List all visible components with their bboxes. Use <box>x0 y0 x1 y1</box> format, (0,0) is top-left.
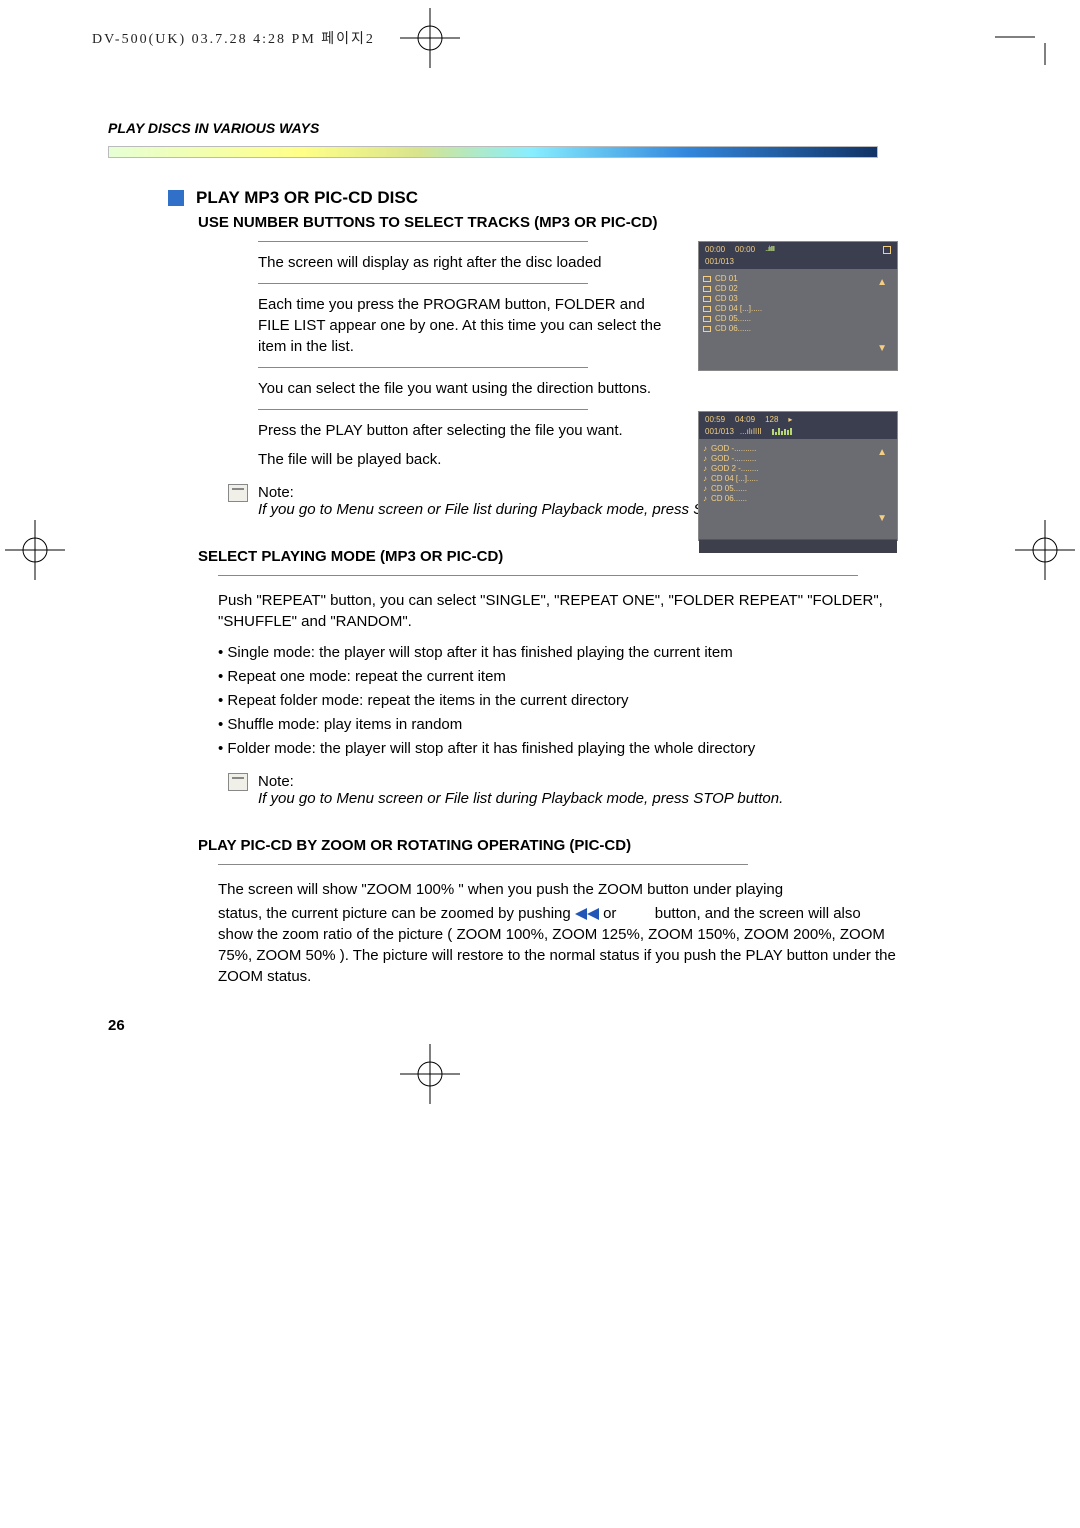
file-row: CD 06...... <box>703 324 893 333</box>
file-row: ♪GOD 2 -........ <box>703 464 893 473</box>
up-arrow-icon: ▲ <box>877 447 887 458</box>
bullet-1: Single mode: the player will stop after … <box>218 642 898 663</box>
file-row: ♪GOD -.......... <box>703 454 893 463</box>
rewind-icon <box>575 908 599 920</box>
note-icon <box>228 484 248 502</box>
screen-illustration-2: 00:59 04:09 128 ▸ 001/013 ...ılıIIII ♪GO… <box>698 411 898 541</box>
crop-mark-top-right <box>995 25 1055 65</box>
level-bars-icon: ...ılıIIII <box>765 246 774 253</box>
note-icon <box>228 773 248 791</box>
down-arrow-icon: ▼ <box>877 513 887 524</box>
zoom-paragraph-a: The screen will show "ZOOM 100% " when y… <box>218 879 898 900</box>
bullet-4: Shuffle mode: play items in random <box>218 714 898 735</box>
instruction-5: The file will be played back. <box>258 449 678 470</box>
file-row: CD 04 [...]..... <box>703 304 893 313</box>
page-content: PLAY DISCS IN VARIOUS WAYS PLAY MP3 OR P… <box>108 120 898 1034</box>
instruction-4: Press the PLAY button after selecting th… <box>258 420 678 441</box>
registration-mark-left <box>5 520 65 580</box>
print-header: DV-500(UK) 03.7.28 4:28 PM 페이지2 <box>92 28 375 48</box>
instruction-2: Each time you press the PROGRAM button, … <box>258 294 678 357</box>
play-icon: ▸ <box>788 415 792 424</box>
registration-mark-bottom <box>400 1044 460 1104</box>
gradient-bar <box>108 146 878 158</box>
screen-illustration-1: 00:00 00:00 ...ılıIIII 001/013 CD 01 CD … <box>698 241 898 371</box>
level-bars-icon: ...ılıIIII <box>740 427 762 436</box>
bullet-5: Folder mode: the player will stop after … <box>218 738 898 759</box>
stop-icon <box>883 246 891 254</box>
file-row: ♪CD 05...... <box>703 484 893 493</box>
blue-square-icon <box>168 190 184 206</box>
screen1-track: 001/013 <box>699 257 897 269</box>
divider <box>218 575 858 576</box>
file-row: ♪GOD -.......... <box>703 444 893 453</box>
screen1-time-b: 00:00 <box>735 245 755 254</box>
screen2-time-b: 04:09 <box>735 415 755 424</box>
section-label: PLAY DISCS IN VARIOUS WAYS <box>108 120 898 136</box>
bullet-3: Repeat folder mode: repeat the items in … <box>218 690 898 711</box>
equalizer-icon <box>772 428 792 435</box>
heading-row: PLAY MP3 OR PIC-CD DISC <box>168 188 898 208</box>
file-row: CD 05...... <box>703 314 893 323</box>
heading-1: PLAY MP3 OR PIC-CD DISC <box>196 188 418 208</box>
bullet-2: Repeat one mode: repeat the current item <box>218 666 898 687</box>
zoom-paragraph-b: status, the current picture can be zoome… <box>218 903 898 987</box>
instruction-3: You can select the file you want using t… <box>258 378 678 399</box>
screen1-time-a: 00:00 <box>705 245 725 254</box>
heading-2a: USE NUMBER BUTTONS TO SELECT TRACKS (MP3… <box>198 214 898 231</box>
down-arrow-icon: ▼ <box>877 343 887 354</box>
screen2-bitrate: 128 <box>765 415 778 424</box>
note-text-2: If you go to Menu screen or File list du… <box>258 790 783 807</box>
screen2-time-a: 00:59 <box>705 415 725 424</box>
screen2-track: 001/013 <box>705 427 734 436</box>
divider <box>218 864 748 865</box>
up-arrow-icon: ▲ <box>877 277 887 288</box>
registration-mark-right <box>1015 520 1075 580</box>
file-row: ♪CD 04 [...]..... <box>703 474 893 483</box>
note-block-2: Note: If you go to Menu screen or File l… <box>228 773 868 807</box>
file-row: CD 01 <box>703 274 893 283</box>
instruction-1: The screen will display as right after t… <box>258 252 678 273</box>
file-row: ♪CD 06...... <box>703 494 893 503</box>
page-number: 26 <box>108 1017 898 1034</box>
file-row: CD 02 <box>703 284 893 293</box>
note-label: Note: <box>258 773 783 790</box>
file-row: CD 03 <box>703 294 893 303</box>
mode-intro: Push "REPEAT" button, you can select "SI… <box>218 590 898 632</box>
registration-mark-top <box>400 8 460 68</box>
heading-2c: PLAY PIC-CD BY ZOOM OR ROTATING OPERATIN… <box>198 837 898 854</box>
